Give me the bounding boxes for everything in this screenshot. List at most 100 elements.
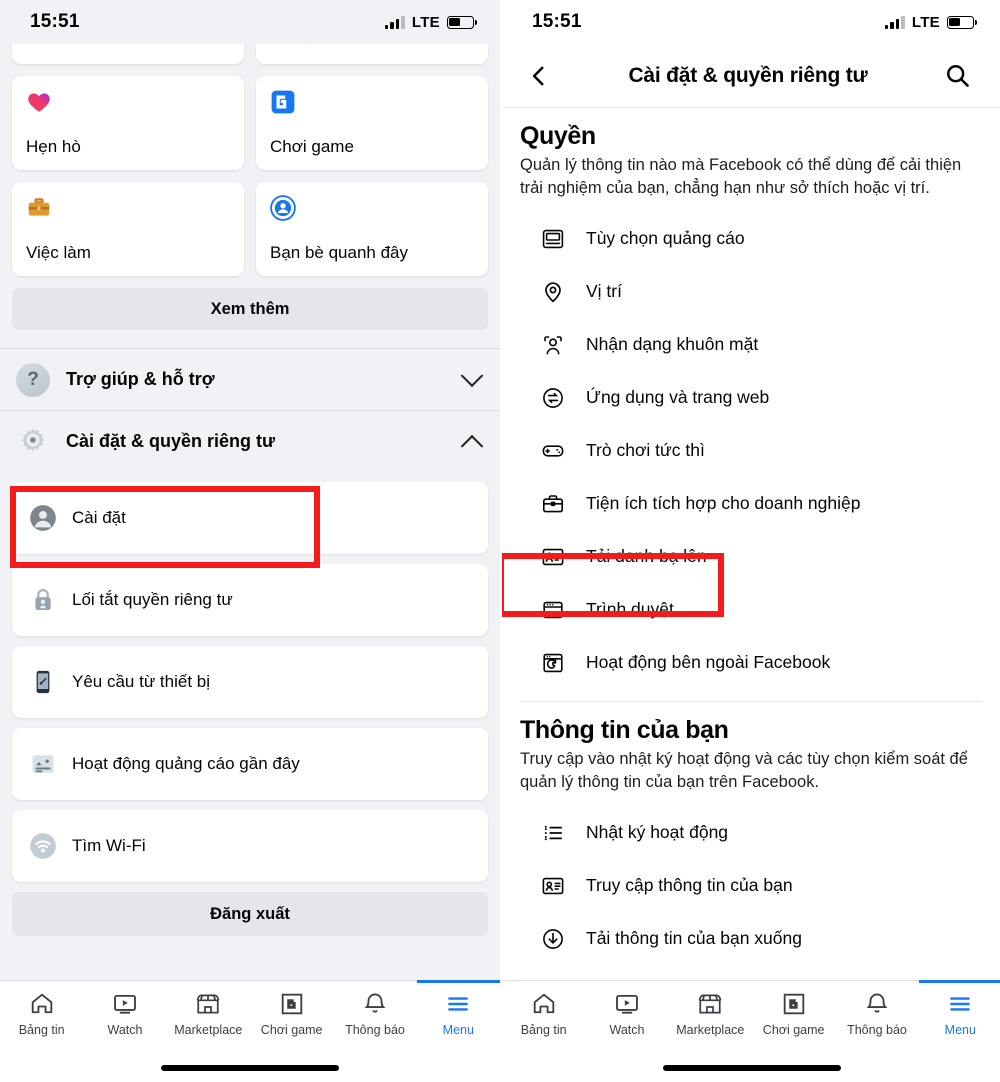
tile-row-clipped: Nhóm Trang xyxy=(12,42,488,64)
gaming-icon xyxy=(781,989,807,1019)
list-item-label: Trò chơi tức thì xyxy=(586,440,705,460)
section-title: Quyền xyxy=(520,122,596,150)
sub-item-tim-wifi[interactable]: Tìm Wi-Fi xyxy=(12,810,488,882)
list-item-tuy-chon-quang-cao[interactable]: Tùy chọn quảng cáo xyxy=(520,212,982,265)
see-more-button[interactable]: Xem thêm xyxy=(12,288,488,330)
list-item-trinh-duyet[interactable]: Trình duyệt xyxy=(520,583,982,636)
right-phone-screen: 15:51 LTE Cài đặt & quyền riêng tư Quyền… xyxy=(500,0,1000,1082)
tile-label: Việc làm xyxy=(26,243,91,262)
dual-screenshot-container: 15:51 LTE Nhóm Trang xyxy=(0,0,1000,1082)
accordion-label: Cài đặt & quyền riêng tư xyxy=(66,431,276,451)
tab-bang-tin[interactable]: Bảng tin xyxy=(502,989,585,1037)
list-item-label: Ứng dụng và trang web xyxy=(586,387,770,407)
page-title: Cài đặt & quyền riêng tư xyxy=(628,63,868,87)
tile-label: Hẹn hò xyxy=(26,137,81,156)
chevron-down-icon[interactable] xyxy=(460,363,484,387)
bell-icon xyxy=(864,989,890,1019)
briefcase-icon xyxy=(26,195,230,223)
network-type-label: LTE xyxy=(911,13,940,31)
tab-label: Thông báo xyxy=(345,1023,405,1037)
list-item-tai-thong-tin-cua-ban-xuong[interactable]: Tải thông tin của bạn xuống xyxy=(520,912,982,965)
tab-menu[interactable]: Menu xyxy=(416,980,500,1037)
search-icon[interactable] xyxy=(940,59,974,93)
sub-item-label: Tìm Wi-Fi xyxy=(72,836,146,855)
status-indicators: LTE xyxy=(884,13,978,31)
list-item-nhan-dang-khuon-mat[interactable]: Nhận dạng khuôn mặt xyxy=(520,318,982,371)
marketplace-store-icon xyxy=(195,989,221,1019)
home-icon xyxy=(531,989,557,1019)
sub-item-hoat-dong-quang-cao-gan-day[interactable]: Hoạt động quảng cáo gần đây xyxy=(12,728,488,800)
list-item-ung-dung-va-trang-web[interactable]: Ứng dụng và trang web xyxy=(520,371,982,424)
tab-marketplace[interactable]: Marketplace xyxy=(167,989,250,1037)
list-item-label: Nhận dạng khuôn mặt xyxy=(586,334,759,354)
tab-label: Chơi game xyxy=(762,1023,825,1037)
tab-label: Watch xyxy=(107,1023,143,1037)
sub-item-label: Yêu cầu từ thiết bị xyxy=(72,672,211,691)
apps-websites-icon xyxy=(538,383,568,413)
ad-preferences-icon xyxy=(538,224,568,254)
list-item-vi-tri[interactable]: Vị trí xyxy=(520,265,982,318)
list-item-label: Tùy chọn quảng cáo xyxy=(586,228,745,248)
tab-watch[interactable]: Watch xyxy=(83,989,166,1037)
activity-log-icon xyxy=(538,818,568,848)
tab-label: Marketplace xyxy=(174,1023,243,1037)
sub-item-cai-dat[interactable]: Cài đặt xyxy=(12,482,488,554)
hamburger-menu-icon xyxy=(947,989,973,1019)
question-mark-icon: ? xyxy=(16,362,50,397)
tab-list: Bảng tin Watch Marketplace Chơi game Thô… xyxy=(502,980,1000,1053)
navigation-bar: Cài đặt & quyền riêng tư xyxy=(502,44,1000,108)
shortcut-tile-grid: Nhóm Trang Hẹn hò xyxy=(0,42,500,276)
list-item-tro-choi-tuc-thi[interactable]: Trò chơi tức thì xyxy=(520,424,982,477)
chevron-up-icon[interactable] xyxy=(460,434,484,458)
tab-menu[interactable]: Menu xyxy=(918,980,1000,1037)
list-item-truy-cap-thong-tin-cua-ban[interactable]: Truy cập thông tin của bạn xyxy=(520,859,982,912)
settings-privacy-body: Cài đặt & quyền riêng tư Quyền Quản lý t… xyxy=(502,44,1000,1082)
tile-clipped-left[interactable]: Nhóm xyxy=(12,42,244,64)
list-item-label: Tải danh bạ lên xyxy=(586,546,707,566)
tile-ban-be-quanh-day[interactable]: Bạn bè quanh đây xyxy=(256,182,488,276)
list-item-label: Nhật ký hoạt động xyxy=(586,822,729,842)
list-item-label: Tiện ích tích hợp cho doanh nghiệp xyxy=(586,493,861,513)
left-phone-screen: 15:51 LTE Nhóm Trang xyxy=(0,0,500,1082)
section-thong-tin-cua-ban: Thông tin của bạn Truy cập vào nhật ký h… xyxy=(502,702,1000,1018)
accordion-help-support[interactable]: ? Trợ giúp & hỗ trợ xyxy=(0,348,500,410)
sub-item-loi-tat-quyen-rieng-tu[interactable]: Lối tắt quyền riêng tư xyxy=(12,564,488,636)
tab-choi-game[interactable]: Chơi game xyxy=(752,989,835,1037)
tile-viec-lam[interactable]: Việc làm xyxy=(12,182,244,276)
tile-label: Bạn bè quanh đây xyxy=(270,243,409,262)
status-time: 15:51 xyxy=(532,11,582,32)
tile-label: Chơi game xyxy=(270,137,354,156)
tile-choi-game[interactable]: Chơi game xyxy=(256,76,488,170)
bottom-tab-bar-left: Bảng tin Watch Marketplace Chơi game Thô… xyxy=(0,980,500,1082)
list-item-label: Vị trí xyxy=(586,281,622,301)
tile-row-1: Hẹn hò Chơi game xyxy=(12,76,488,170)
tab-thong-bao[interactable]: Thông báo xyxy=(835,989,918,1037)
tab-label: Thông báo xyxy=(847,1023,907,1037)
list-item-tai-danh-ba-len[interactable]: Tải danh bạ lên xyxy=(520,530,982,583)
logout-button[interactable]: Đăng xuất xyxy=(12,892,488,936)
home-indicator xyxy=(161,1065,339,1071)
tab-label: Menu xyxy=(944,1023,976,1037)
list-item-tien-ich-tich-hop-cho-doanh-nghiep[interactable]: Tiện ích tích hợp cho doanh nghiệp xyxy=(520,477,982,530)
section-title: Thông tin của bạn xyxy=(520,716,729,744)
off-facebook-activity-icon xyxy=(538,648,568,678)
accordion-settings-privacy[interactable]: Cài đặt & quyền riêng tư xyxy=(0,410,500,472)
tab-label: Bảng tin xyxy=(520,1023,567,1037)
home-indicator xyxy=(663,1065,841,1071)
sub-item-yeu-cau-tu-thiet-bi[interactable]: Yêu cầu từ thiết bị xyxy=(12,646,488,718)
tab-thong-bao[interactable]: Thông báo xyxy=(333,989,416,1037)
chevron-left-icon[interactable] xyxy=(522,59,556,93)
settings-sub-list: Cài đặt Lối tắt quyền riêng tư Yêu cầu t… xyxy=(0,472,500,882)
tab-watch[interactable]: Watch xyxy=(585,989,668,1037)
tile-hen-ho[interactable]: Hẹn hò xyxy=(12,76,244,170)
list-item-label: Hoạt động bên ngoài Facebook xyxy=(586,652,831,672)
gear-icon xyxy=(16,425,50,459)
tile-clipped-right[interactable]: Trang xyxy=(256,42,488,64)
tab-bang-tin[interactable]: Bảng tin xyxy=(0,989,83,1037)
list-item-hoat-dong-ben-ngoai-facebook[interactable]: Hoạt động bên ngoài Facebook xyxy=(520,636,982,689)
tab-choi-game[interactable]: Chơi game xyxy=(250,989,333,1037)
bottom-tab-bar-right: Bảng tin Watch Marketplace Chơi game Thô… xyxy=(502,980,1000,1082)
section-item-list: Tùy chọn quảng cáo Vị trí Nhận dạng khuô… xyxy=(520,212,982,689)
tab-marketplace[interactable]: Marketplace xyxy=(669,989,752,1037)
list-item-nhat-ky-hoat-dong[interactable]: Nhật ký hoạt động xyxy=(520,806,982,859)
